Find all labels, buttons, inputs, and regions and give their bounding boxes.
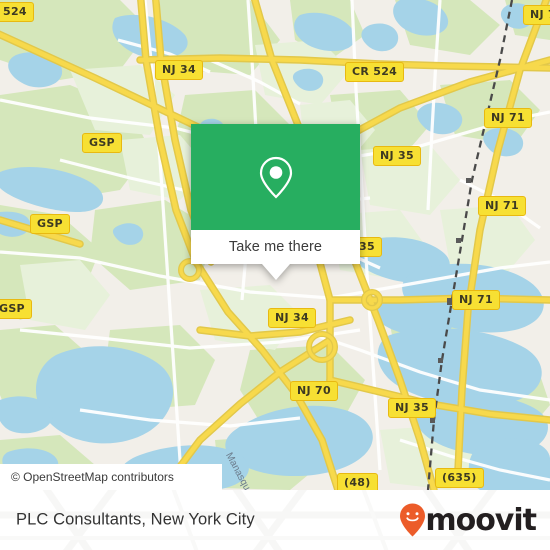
map-attribution-bar: © OpenStreetMap contributors <box>0 464 222 490</box>
take-me-there-button[interactable]: Take me there <box>191 230 360 264</box>
take-me-there-label: Take me there <box>228 239 323 255</box>
road-shield: (635) <box>435 468 484 488</box>
moovit-wordmark: moovit <box>425 502 537 538</box>
road-shield: (48) <box>337 473 378 490</box>
road-shield: CR 524 <box>345 62 405 82</box>
popup-image-area <box>191 124 360 230</box>
attribution-text: © OpenStreetMap contributors <box>11 470 174 484</box>
road-shield: NJ 71 <box>523 5 550 25</box>
location-pin-icon <box>259 156 292 199</box>
road-shield: NJ 71 <box>452 290 500 310</box>
road-shield: NJ 71 <box>478 196 526 216</box>
road-shield: NJ 35 <box>388 398 436 418</box>
map-canvas[interactable]: 524 NJ 34 CR 524 NJ 71 NJ 71 GSP NJ 35 NJ 71 GSP… <box>0 0 550 490</box>
road-shield: GSP <box>82 133 122 153</box>
road-shield: GSP <box>0 299 32 319</box>
road-shield: NJ 70 <box>290 381 338 401</box>
place-title: PLC Consultants, New York City <box>16 510 255 529</box>
road-shield: 524 <box>0 2 34 22</box>
road-shield: NJ 71 <box>484 108 532 128</box>
road-shield: NJ 34 <box>268 308 316 328</box>
moovit-logo[interactable]: moovit <box>399 502 537 538</box>
place-popup-card[interactable]: Take me there <box>191 124 360 280</box>
road-shield: NJ 35 <box>373 146 421 166</box>
road-shield: GSP <box>30 214 70 234</box>
footer-bar: PLC Consultants, New York City moovit <box>0 490 550 550</box>
road-shield: NJ 34 <box>155 60 203 80</box>
popup-tail-pointer <box>261 264 290 280</box>
moovit-map-screenshot: 524 NJ 34 CR 524 NJ 71 NJ 71 GSP NJ 35 NJ 71 GSP… <box>0 0 550 550</box>
moovit-pin-icon <box>400 503 426 537</box>
